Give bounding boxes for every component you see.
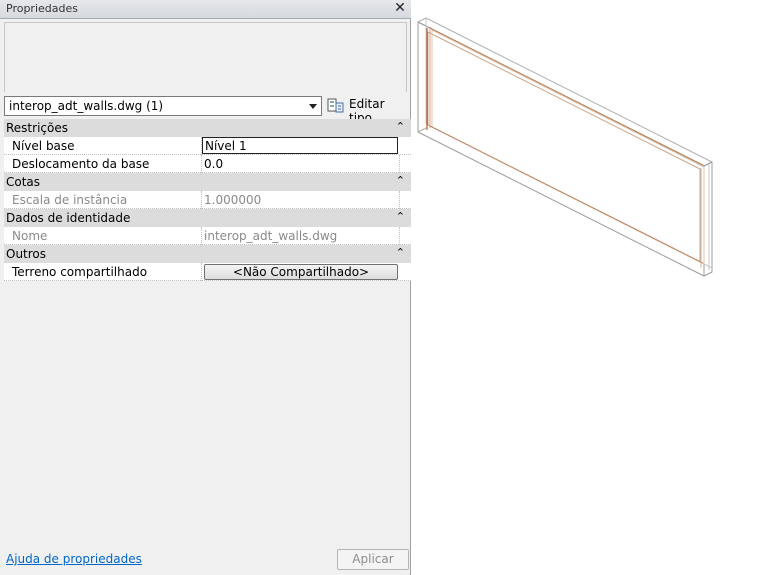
edit-type-icon: [327, 98, 344, 113]
property-row-deslocamento: Deslocamento da base 0.0: [4, 155, 411, 173]
panel-title: Propriedades: [6, 2, 78, 15]
chevron-up-double-icon[interactable]: ⌃: [396, 210, 405, 223]
deslocamento-field[interactable]: 0.0: [204, 157, 223, 171]
wall-model[interactable]: [417, 17, 713, 277]
apply-button[interactable]: Aplicar: [337, 549, 409, 570]
property-row-terreno: Terreno compartilhado <Não Compartilhado…: [4, 263, 411, 281]
category-cotas[interactable]: Cotas ⌃: [4, 173, 411, 191]
shared-site-button[interactable]: <Não Compartilhado>: [204, 264, 398, 280]
property-label: Escala de instância: [12, 193, 128, 207]
property-label: Nível base: [12, 139, 75, 153]
category-identidade[interactable]: Dados de identidade ⌃: [4, 209, 411, 227]
nivel-base-field[interactable]: [202, 137, 398, 154]
property-label: Deslocamento da base: [12, 157, 150, 171]
category-label: Dados de identidade: [6, 211, 131, 225]
properties-panel: Propriedades ✕ interop_adt_walls.dwg (1)…: [0, 0, 411, 575]
property-row-escala: Escala de instância 1.000000: [4, 191, 411, 209]
property-row-nome: Nome interop_adt_walls.dwg: [4, 227, 411, 245]
category-label: Cotas: [6, 175, 41, 189]
category-restricoes[interactable]: Restrições ⌃: [4, 119, 411, 137]
properties-help-link[interactable]: Ajuda de propriedades: [6, 552, 142, 566]
category-outros[interactable]: Outros ⌃: [4, 245, 411, 263]
chevron-up-double-icon[interactable]: ⌃: [396, 120, 405, 133]
chevron-up-double-icon[interactable]: ⌃: [396, 174, 405, 187]
nome-value: interop_adt_walls.dwg: [204, 229, 338, 243]
category-label: Restrições: [6, 121, 68, 135]
type-selector-value: interop_adt_walls.dwg (1): [9, 99, 164, 113]
edit-type-button[interactable]: Editar tipo: [327, 95, 407, 125]
properties-grid: Restrições ⌃ Nível base Deslocamento da …: [4, 119, 411, 281]
chevron-down-icon: [309, 104, 317, 109]
category-label: Outros: [6, 247, 47, 261]
property-row-nivel-base: Nível base: [4, 137, 411, 155]
property-label: Nome: [12, 229, 48, 243]
close-icon[interactable]: ✕: [393, 1, 407, 16]
3d-viewport[interactable]: [412, 0, 779, 575]
type-preview: [4, 22, 407, 92]
property-label: Terreno compartilhado: [12, 265, 148, 279]
type-selector-dropdown[interactable]: interop_adt_walls.dwg (1): [4, 96, 322, 116]
escala-value: 1.000000: [204, 193, 262, 207]
panel-titlebar[interactable]: Propriedades ✕: [0, 0, 411, 19]
chevron-up-double-icon[interactable]: ⌃: [396, 246, 405, 259]
